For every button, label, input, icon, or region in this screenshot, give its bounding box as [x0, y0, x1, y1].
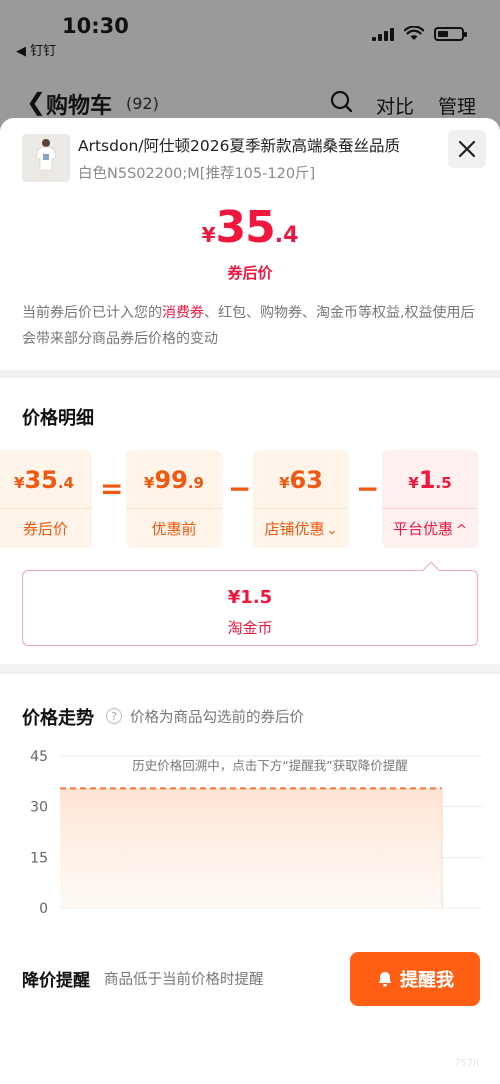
bell-icon: [378, 972, 392, 987]
history-note: 历史价格回溯中，点击下方“提醒我”获取降价提醒: [132, 758, 408, 773]
platform-discount-detail: ¥1.5 淘金币: [22, 561, 478, 646]
back-chevron-icon[interactable]: ❮: [26, 88, 46, 116]
signal-icon: [372, 27, 394, 41]
search-icon[interactable]: [330, 90, 352, 112]
price-drop-label: 降价提醒: [22, 971, 90, 991]
price-detail-sheet: Artsdon/阿仕顿2026夏季新款高端桑蚕丝品质 白色N5S02200;M[…: [0, 118, 500, 1084]
y-tick-label: 0: [39, 901, 48, 917]
price-drop-note: 商品低于当前价格时提醒: [104, 972, 264, 988]
price-trend-chart: 45 30 15 0 历史价格回溯中，点击下方“提醒我”获取降价提醒: [30, 749, 482, 917]
help-icon[interactable]: ?: [106, 708, 122, 724]
back-to-app-link[interactable]: ◀ 钉钉: [16, 40, 56, 59]
cart-count: (92): [126, 94, 159, 113]
y-tick-label: 30: [30, 800, 48, 816]
wifi-icon: [404, 26, 424, 40]
price-area: [60, 788, 442, 908]
product-spec: 白色N5S02200;M[推荐105-120斤]: [78, 166, 316, 182]
taojinbi-label: 淘金币: [227, 619, 273, 637]
breakdown-after-coupon: ¥35.4 券后价: [0, 450, 92, 548]
equals-sign: =: [100, 472, 124, 505]
price-trend-title: 价格走势: [22, 708, 94, 729]
breakdown-platform-discount[interactable]: ¥1.5 平台优惠 ^: [382, 450, 478, 548]
minus-sign-1: −: [228, 472, 252, 505]
price-note: 当前券后价已计入您的消费券、红包、购物券、淘金币等权益,权益使用后会带来部分商品…: [22, 305, 475, 347]
close-button[interactable]: [448, 130, 486, 168]
watermark: 757it: [454, 1058, 480, 1069]
breakdown-store-discount[interactable]: ¥63 店铺优惠 ⌄: [253, 450, 349, 548]
price-breakdown-row: ¥35.4 券后价 = ¥99.9 优惠前 − ¥63 店铺优惠 ⌄ − ¥1.5…: [0, 450, 500, 548]
price-detail-title: 价格明细: [22, 408, 94, 429]
battery-icon: [434, 26, 467, 41]
chevron-down-icon: ⌄: [326, 523, 338, 538]
minus-sign-2: −: [356, 472, 380, 505]
coupon-highlight[interactable]: 消费券: [162, 305, 204, 321]
manage-button[interactable]: 管理: [438, 92, 476, 119]
price-trend-note: 价格为商品勾选前的券后价: [130, 710, 304, 726]
status-time: 10:30: [62, 14, 129, 38]
taojinbi-value: ¥1.5: [227, 587, 273, 608]
price-detail-card: 价格明细 ¥35.4 券后价 = ¥99.9 优惠前 − ¥63 店铺优惠 ⌄ −…: [0, 378, 500, 664]
remind-me-button[interactable]: 提醒我: [350, 952, 480, 1006]
after-coupon-price: ¥35.4: [201, 202, 299, 253]
close-icon: [458, 140, 476, 158]
compare-button[interactable]: 对比: [376, 92, 414, 119]
y-tick-label: 45: [30, 749, 48, 765]
y-tick-label: 15: [30, 850, 48, 866]
after-coupon-caption: 券后价: [227, 264, 273, 282]
status-bar: 10:30 ◀ 钉钉: [0, 0, 500, 60]
price-trend-card: 价格走势 ? 价格为商品勾选前的券后价 45 30 15 0 历史价格回溯中，点击下方“…: [0, 674, 500, 1084]
breakdown-original-price: ¥99.9 优惠前: [126, 450, 222, 548]
product-thumbnail: [22, 134, 70, 182]
chevron-up-icon: ^: [456, 523, 467, 538]
cart-title: 购物车: [46, 94, 113, 119]
status-icons: [372, 26, 467, 41]
product-title: Artsdon/阿仕顿2026夏季新款高端桑蚕丝品质: [78, 137, 400, 155]
product-summary-card: Artsdon/阿仕顿2026夏季新款高端桑蚕丝品质 白色N5S02200;M[…: [0, 118, 500, 370]
